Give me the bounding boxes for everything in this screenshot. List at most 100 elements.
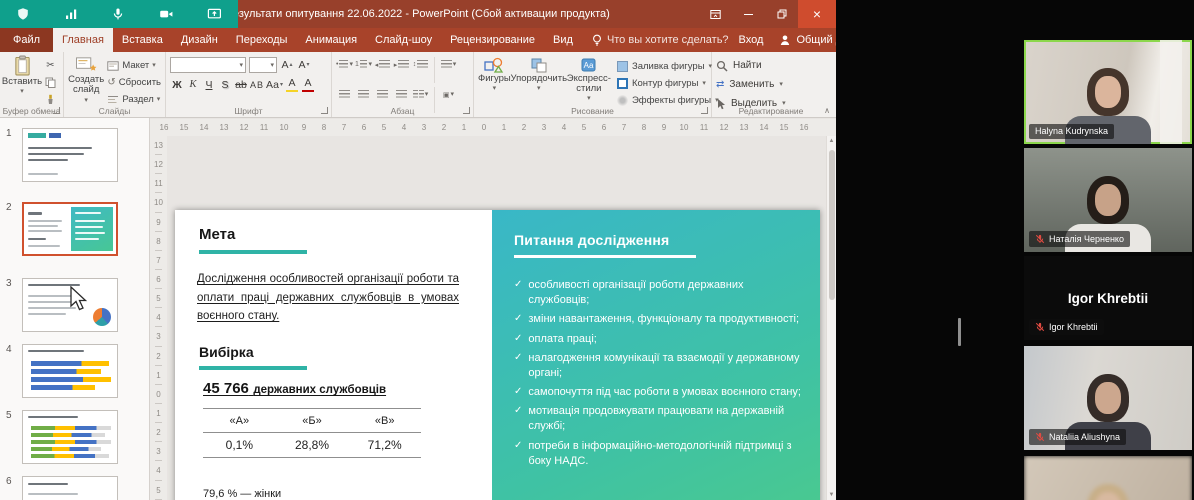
- shapes-label: Фигуры: [478, 74, 511, 84]
- reset-button[interactable]: ↺ Сбросить: [107, 75, 161, 90]
- shield-icon[interactable]: [16, 7, 30, 21]
- underline-button[interactable]: Ч: [202, 77, 216, 92]
- align-right-button[interactable]: [374, 87, 391, 102]
- tab-vid[interactable]: Вид: [544, 28, 582, 52]
- tab-vstavka[interactable]: Вставка: [113, 28, 172, 52]
- new-slide-button[interactable]: Создать слайд ▾: [68, 55, 104, 104]
- shrink-font-button[interactable]: А▾: [297, 57, 311, 72]
- decrease-indent-button[interactable]: ◂: [374, 57, 391, 72]
- scroll-up-icon[interactable]: ▲: [827, 136, 836, 146]
- scrollbar-thumb[interactable]: [829, 150, 835, 300]
- participant-video-nataliia-aliushyna[interactable]: Nataliia Aliushyna: [1024, 346, 1192, 450]
- grow-font-button[interactable]: А▴: [280, 57, 294, 72]
- sample-size-line[interactable]: 45 766 державних службовців: [203, 380, 386, 398]
- ribbon-display-options-button[interactable]: [699, 0, 732, 28]
- participant-video-halyna[interactable]: Halyna Kudrynska: [1024, 40, 1192, 144]
- ruler-number: 14: [194, 123, 214, 132]
- restore-button[interactable]: [765, 0, 798, 28]
- line-spacing-button[interactable]: ↕: [412, 57, 429, 72]
- format-painter-button[interactable]: [42, 92, 59, 106]
- highlight-color-button[interactable]: А: [285, 77, 299, 92]
- share-screen-icon[interactable]: [207, 7, 222, 21]
- strikethrough-button[interactable]: ab: [234, 77, 248, 92]
- tab-retsenzirovanie[interactable]: Рецензирование: [441, 28, 544, 52]
- panel-divider-handle[interactable]: [958, 318, 961, 346]
- slide-thumbnail-5[interactable]: [22, 410, 118, 464]
- tab-glavnaya[interactable]: Главная: [53, 28, 113, 52]
- minimize-button[interactable]: [732, 0, 765, 28]
- mic-icon[interactable]: [111, 7, 125, 21]
- increase-indent-button[interactable]: ▸: [393, 57, 410, 72]
- shape-outline-button[interactable]: Контур фигуры ▾: [617, 76, 719, 90]
- question-item: ✓самопочуття під час роботи в умовах воє…: [514, 385, 806, 400]
- category-table[interactable]: «А» «Б» «В» 0,1% 28,8% 71,2%: [203, 408, 421, 458]
- slide-editor[interactable]: Мета Дослідження особливостей організаці…: [175, 210, 820, 500]
- ribbon-group-clipboard: Вставить ▾ ✂ Буфер обмена: [0, 52, 64, 117]
- tab-file[interactable]: Файл: [0, 28, 53, 52]
- signal-icon[interactable]: [64, 7, 78, 21]
- slide-meta-text[interactable]: Дослідження особливостей організації роб…: [197, 270, 459, 326]
- text-shadow-button[interactable]: S: [218, 77, 232, 92]
- cut-button[interactable]: ✂: [42, 58, 59, 72]
- shapes-button[interactable]: Фигуры ▾: [478, 55, 511, 92]
- font-name-select[interactable]: ▾: [170, 57, 246, 73]
- slide-heading-sample[interactable]: Вибірка: [199, 344, 254, 360]
- participant-video-igor-khrebtii[interactable]: Igor Khrebtii Igor Khrebtii: [1024, 256, 1192, 340]
- shape-effects-button[interactable]: Эффекты фигуры ▾: [617, 93, 719, 107]
- tab-dizayn[interactable]: Дизайн: [172, 28, 227, 52]
- convert-to-smartart-button[interactable]: ▣▾: [440, 87, 457, 102]
- copy-button[interactable]: [42, 75, 59, 89]
- participant-video-5[interactable]: [1024, 456, 1192, 500]
- slide-thumbnail-1[interactable]: [22, 128, 118, 182]
- find-label: Найти: [733, 60, 762, 71]
- list-lines-icon: [339, 60, 348, 69]
- layout-button[interactable]: Макет ▾: [107, 58, 161, 73]
- tell-me-box[interactable]: Что вы хотите сделать?: [582, 28, 739, 52]
- shape-fill-button[interactable]: Заливка фигуры ▾: [617, 59, 719, 73]
- arrange-button[interactable]: Упорядочить ▾: [511, 55, 567, 92]
- collapse-ribbon-button[interactable]: ∧: [824, 106, 830, 115]
- bold-button[interactable]: Ж: [170, 77, 184, 92]
- dialog-launcher-icon[interactable]: [463, 107, 470, 114]
- close-button[interactable]: ×: [798, 0, 836, 28]
- dialog-launcher-icon[interactable]: [321, 107, 328, 114]
- align-center-button[interactable]: [355, 87, 372, 102]
- slide-heading-meta[interactable]: Мета: [199, 226, 235, 243]
- scroll-down-icon[interactable]: ▼: [827, 490, 836, 500]
- stat-women[interactable]: 79,6 % — жінки: [203, 488, 281, 500]
- bullets-button[interactable]: •▾: [336, 57, 353, 72]
- paste-button[interactable]: Вставить ▾: [4, 55, 40, 95]
- tab-animatsiya[interactable]: Анимация: [296, 28, 366, 52]
- section-button[interactable]: Раздел ▾: [107, 92, 161, 107]
- participant-video-nataliya-chernenko[interactable]: Наталія Черненко: [1024, 148, 1192, 252]
- find-button[interactable]: Найти: [716, 58, 826, 73]
- slide-thumbnail-2-selected[interactable]: [22, 202, 118, 256]
- sign-in-button[interactable]: Вход: [739, 34, 764, 46]
- category-table-values: 0,1% 28,8% 71,2%: [203, 433, 421, 458]
- slide-thumbnail-6[interactable]: [22, 476, 118, 500]
- slide-right-panel[interactable]: Питання дослідження ✓особливості організ…: [492, 210, 820, 500]
- font-size-select[interactable]: ▾: [249, 57, 277, 73]
- justify-button[interactable]: [393, 87, 410, 102]
- ruler-number: 2: [514, 123, 534, 132]
- slide-number-3: 3: [6, 278, 12, 289]
- align-right-icon: [377, 90, 388, 99]
- dialog-launcher-icon[interactable]: [701, 107, 708, 114]
- tab-slide-show[interactable]: Слайд-шоу: [366, 28, 441, 52]
- slide-thumbnail-4[interactable]: [22, 344, 118, 398]
- quick-styles-button[interactable]: Аа Экспресс-стили ▾: [567, 55, 611, 102]
- replace-button[interactable]: ⇄ Заменить ▾: [716, 77, 826, 92]
- font-color-button[interactable]: А: [301, 77, 315, 92]
- dialog-launcher-icon[interactable]: [53, 107, 60, 114]
- italic-button[interactable]: К: [186, 77, 200, 92]
- columns-button[interactable]: ▾: [412, 87, 429, 102]
- vertical-scrollbar[interactable]: ▲ ▼: [826, 136, 836, 500]
- align-left-button[interactable]: [336, 87, 353, 102]
- numbering-button[interactable]: 1▾: [355, 57, 372, 72]
- camera-icon[interactable]: [159, 7, 174, 21]
- tab-perekhody[interactable]: Переходы: [227, 28, 297, 52]
- ruler-number: 11: [150, 174, 167, 193]
- change-case-button[interactable]: Аа▾: [266, 77, 283, 92]
- character-spacing-button[interactable]: АВ: [250, 77, 264, 92]
- text-direction-button[interactable]: ▾: [440, 57, 457, 72]
